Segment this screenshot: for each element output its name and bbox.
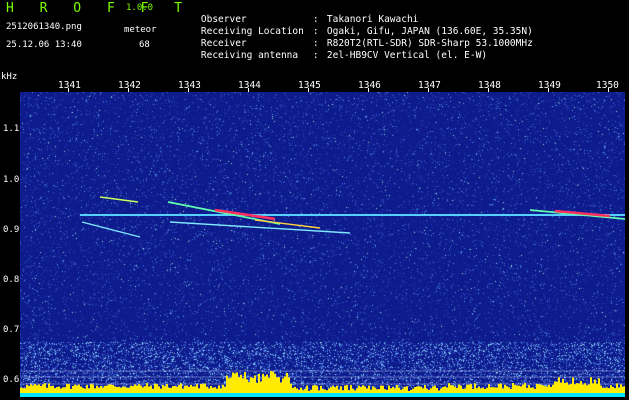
meteor-label: meteor xyxy=(124,25,157,35)
meteor-count: 68 xyxy=(139,40,150,50)
x-tick-label: 1345 xyxy=(298,80,321,91)
capture-datetime: 25.12.06 13:40 xyxy=(6,40,82,50)
x-tick-label: 1347 xyxy=(418,80,441,91)
meteor-streak xyxy=(81,221,141,238)
meteor-streak xyxy=(169,221,351,234)
app-version: 1.0.0 xyxy=(126,3,154,13)
meteor-streak xyxy=(254,219,321,229)
spectrogram-plot xyxy=(20,92,625,397)
x-tick-label: 1343 xyxy=(178,80,201,91)
app-brand: H R O F F T xyxy=(6,1,192,16)
x-tick-label: 1348 xyxy=(478,80,501,91)
signal-overlay xyxy=(20,196,625,397)
x-tick-label: 1342 xyxy=(118,80,141,91)
y-tick-label: 0.6 xyxy=(3,375,20,385)
image-filename: 2512061340.png xyxy=(6,22,82,32)
y-tick-label: 0.8 xyxy=(3,275,20,285)
info-separator: : xyxy=(312,50,319,61)
noise-histogram-base xyxy=(20,393,625,397)
y-tick-label: 0.9 xyxy=(3,225,20,235)
x-tick-label: 1344 xyxy=(238,80,261,91)
hrofft-spectrogram-window: H R O F F T 1.0.0 2512061340.png meteor … xyxy=(0,0,629,400)
x-tick-label: 1349 xyxy=(538,80,561,91)
meteor-streak xyxy=(99,196,139,203)
y-tick-label: 1.1 xyxy=(3,124,20,134)
y-axis-unit: kHz xyxy=(1,72,18,82)
x-tick-label: 1341 xyxy=(58,80,81,91)
info-value: 2el-HB9CV Vertical (el. E-W) xyxy=(326,50,488,61)
y-tick-label: 1.0 xyxy=(3,175,20,185)
info-label: Receiving antenna xyxy=(200,50,299,61)
y-tick-label: 0.7 xyxy=(3,325,20,335)
info-antenna: Receiving antenna:2el-HB9CV Vertical (el… xyxy=(178,39,487,72)
x-tick-label: 1346 xyxy=(358,80,381,91)
